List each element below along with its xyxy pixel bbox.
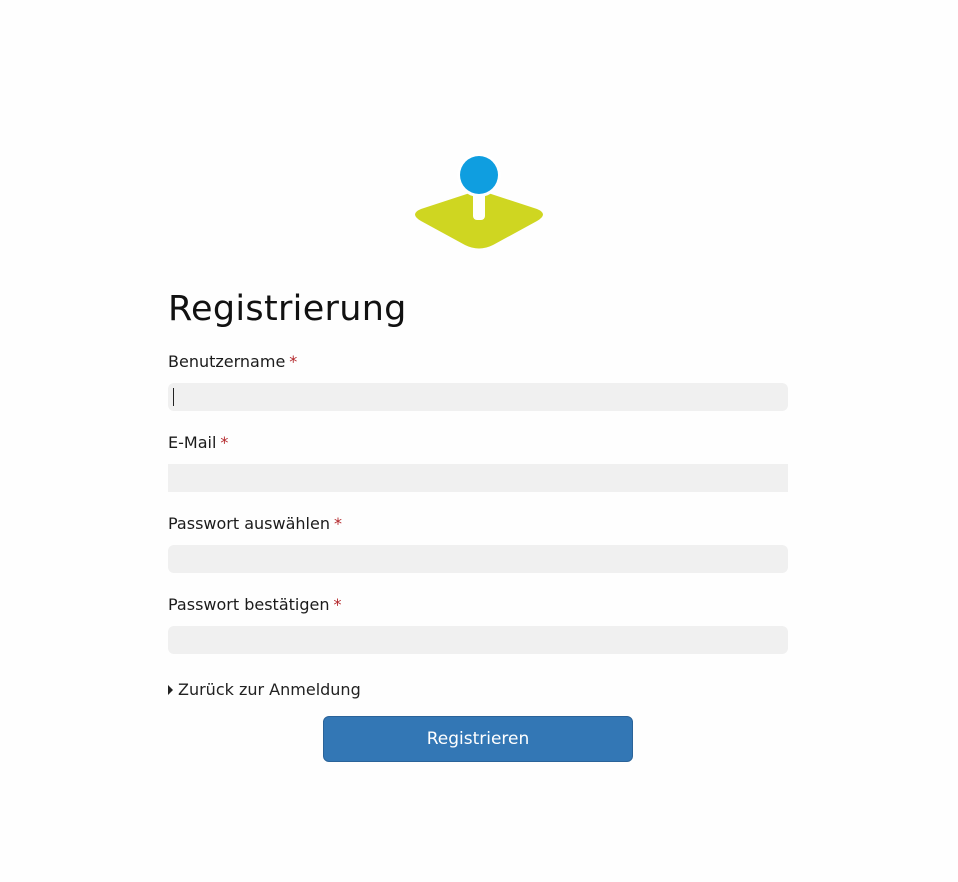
registration-form: Registrierung Benutzername * E-Mail * Pass…: [168, 286, 788, 762]
required-marker: *: [220, 433, 229, 452]
password-input[interactable]: [168, 545, 788, 573]
username-input[interactable]: [168, 383, 788, 411]
back-to-login-link[interactable]: Zurück zur Anmeldung: [168, 680, 361, 700]
email-input[interactable]: [168, 464, 788, 492]
map-pin-logo-icon: [415, 154, 543, 249]
email-label-text: E-Mail: [168, 433, 217, 452]
register-button[interactable]: Registrieren: [323, 716, 633, 762]
text-caret: [173, 388, 174, 406]
required-marker: *: [333, 514, 342, 533]
password-label: Passwort auswählen *: [168, 514, 342, 534]
required-marker: *: [333, 595, 342, 614]
password-label-text: Passwort auswählen: [168, 514, 330, 533]
password-confirm-label: Passwort bestätigen *: [168, 595, 342, 615]
caret-right-icon: [168, 685, 173, 695]
email-label: E-Mail *: [168, 433, 228, 453]
password-confirm-label-text: Passwort bestätigen: [168, 595, 330, 614]
password-confirm-input[interactable]: [168, 626, 788, 654]
back-to-login-label: Zurück zur Anmeldung: [178, 680, 361, 699]
username-label: Benutzername *: [168, 352, 297, 372]
username-label-text: Benutzername: [168, 352, 286, 371]
required-marker: *: [289, 352, 298, 371]
page-title: Registrierung: [168, 289, 407, 329]
